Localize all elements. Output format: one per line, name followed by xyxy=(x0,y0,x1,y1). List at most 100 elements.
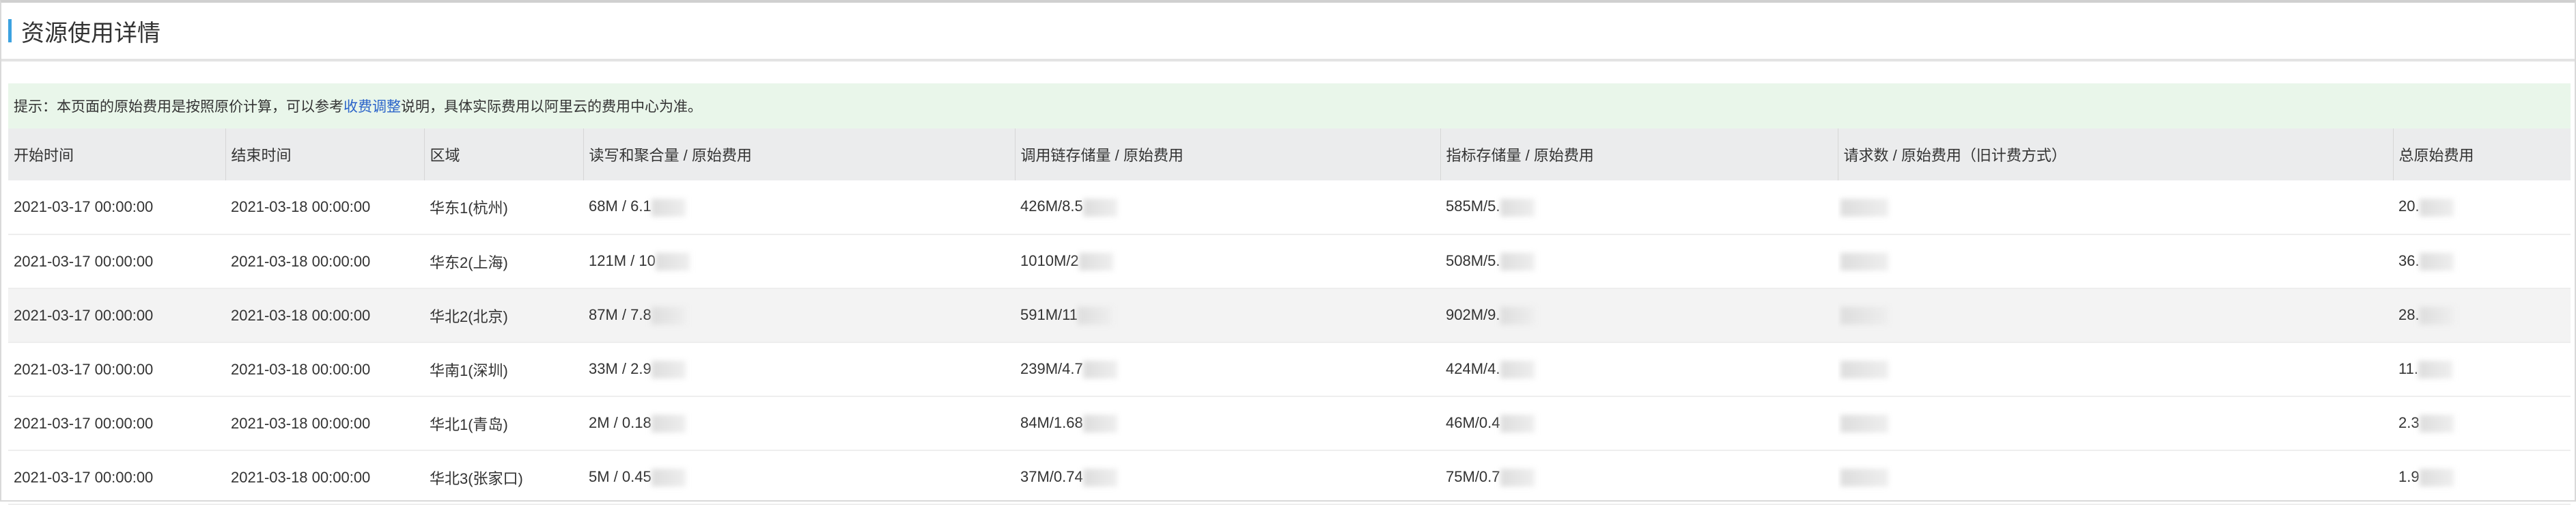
table-cell-rw: 87M / 7.8 xyxy=(583,288,1015,343)
table-cell-requests xyxy=(1838,180,2393,235)
column-header: 结束时间 xyxy=(225,128,424,180)
table-cell-metric: 75M/0.7 xyxy=(1440,450,1838,505)
redacted-value xyxy=(1500,198,1535,217)
table-cell-requests xyxy=(1838,234,2393,289)
table-cell-requests xyxy=(1838,396,2393,451)
redacted-value xyxy=(1500,253,1535,271)
redacted-value xyxy=(2418,361,2452,379)
cell-value: 46M/0.4 xyxy=(1446,413,1500,431)
cell-value: 2021-03-18 00:00:00 xyxy=(231,198,371,215)
table-cell-rw: 68M / 6.1 xyxy=(583,180,1015,235)
table-row[interactable]: 2021-03-17 00:00:00 2021-03-18 00:00:00 华东… xyxy=(8,234,2571,289)
column-header: 请求数 / 原始费用（旧计费方式） xyxy=(1837,128,2393,180)
table-cell-total: 20. xyxy=(2393,180,2571,235)
redacted-value xyxy=(2419,415,2454,433)
redacted-value xyxy=(1840,469,1888,487)
cell-value: 华南1(深圳) xyxy=(430,361,508,379)
cell-value: 1.9 xyxy=(2398,467,2420,485)
redacted-value xyxy=(1500,361,1535,379)
cell-value: 1010M/2 xyxy=(1020,251,1079,269)
table-cell-trace: 37M/0.74 xyxy=(1015,450,1440,505)
cell-value: 424M/4. xyxy=(1446,359,1500,377)
table-cell-metric: 902M/9. xyxy=(1440,288,1838,343)
table-cell-region: 华东1(杭州) xyxy=(424,180,583,235)
table-cell-region: 华北3(张家口) xyxy=(424,450,583,505)
pricing-adjust-link[interactable]: 收费调整 xyxy=(344,96,401,116)
cell-value: 239M/4.7 xyxy=(1020,359,1083,377)
redacted-value xyxy=(2419,469,2454,487)
table-row[interactable]: 2021-03-17 00:00:00 2021-03-18 00:00:00 华北… xyxy=(8,450,2571,505)
table-cell-requests xyxy=(1838,450,2393,505)
redacted-value xyxy=(2419,253,2454,271)
table-cell-metric: 508M/5. xyxy=(1440,234,1838,289)
redacted-value xyxy=(1082,469,1117,487)
column-header: 调用链存储量 / 原始费用 xyxy=(1014,128,1440,180)
redacted-value xyxy=(1500,415,1535,433)
table-cell-end: 2021-03-18 00:00:00 xyxy=(225,234,424,289)
redacted-value xyxy=(1840,198,1888,217)
table-cell-metric: 46M/0.4 xyxy=(1440,396,1838,451)
redacted-value xyxy=(1840,253,1888,271)
cell-value: 2021-03-17 00:00:00 xyxy=(14,198,154,215)
cell-value: 2M / 0.18 xyxy=(589,413,652,431)
cell-value: 2021-03-18 00:00:00 xyxy=(231,468,371,486)
table-cell-region: 华东2(上海) xyxy=(424,234,583,289)
page-header: 资源使用详情 xyxy=(1,3,2575,62)
cell-value: 11. xyxy=(2398,359,2418,377)
cell-value: 84M/1.68 xyxy=(1020,413,1083,431)
table-cell-region: 华北1(青岛) xyxy=(424,396,583,451)
table-cell-start: 2021-03-17 00:00:00 xyxy=(8,342,225,397)
table-row[interactable]: 2021-03-17 00:00:00 2021-03-18 00:00:00 华东… xyxy=(8,180,2571,235)
cell-value: 2021-03-17 00:00:00 xyxy=(14,360,154,378)
cell-value: 87M / 7.8 xyxy=(589,305,652,323)
redacted-value xyxy=(2419,198,2454,217)
cell-value: 2021-03-18 00:00:00 xyxy=(231,306,371,324)
cell-value: 902M/9. xyxy=(1446,305,1500,323)
table-row[interactable]: 2021-03-17 00:00:00 2021-03-18 00:00:00 华北… xyxy=(8,396,2571,451)
table-cell-start: 2021-03-17 00:00:00 xyxy=(8,396,225,451)
cell-value: 20. xyxy=(2398,197,2420,215)
cell-value: 2021-03-18 00:00:00 xyxy=(231,414,371,432)
redacted-value xyxy=(1078,253,1113,271)
cell-value: 5M / 0.45 xyxy=(589,467,652,485)
redacted-value xyxy=(1077,307,1112,325)
table-cell-metric: 424M/4. xyxy=(1440,342,1838,397)
table-cell-total: 36. xyxy=(2393,234,2571,289)
table-cell-end: 2021-03-18 00:00:00 xyxy=(225,396,424,451)
notice-prefix: 提示：本页面的原始费用是按照原价计算，可以参考 xyxy=(14,99,344,115)
table-row[interactable]: 2021-03-17 00:00:00 2021-03-18 00:00:00 华北… xyxy=(8,288,2571,343)
redacted-value xyxy=(651,361,686,379)
cell-value: 2021-03-17 00:00:00 xyxy=(14,252,154,270)
redacted-value xyxy=(1840,307,1888,325)
table-cell-region: 华北2(北京) xyxy=(424,288,583,343)
cell-value: 37M/0.74 xyxy=(1020,467,1083,485)
table-cell-requests xyxy=(1838,288,2393,343)
table-cell-end: 2021-03-18 00:00:00 xyxy=(225,342,424,397)
table-cell-total: 11. xyxy=(2393,342,2571,397)
table-cell-end: 2021-03-18 00:00:00 xyxy=(225,450,424,505)
redacted-value xyxy=(1082,361,1117,379)
table-cell-start: 2021-03-17 00:00:00 xyxy=(8,288,225,343)
notice-banner: 提示：本页面的原始费用是按照原价计算，可以参考 收费调整 说明，具体实际费用以阿里云… xyxy=(8,83,2571,128)
usage-table: 开始时间 结束时间 区域 读写和聚合量 / 原始费用 调用链存储量 / 原始费用 指标存储… xyxy=(8,128,2571,505)
table-cell-total: 1.9 xyxy=(2393,450,2571,505)
redacted-value xyxy=(651,469,686,487)
redacted-value xyxy=(1082,415,1117,433)
table-row[interactable]: 2021-03-17 00:00:00 2021-03-18 00:00:00 华南… xyxy=(8,342,2571,397)
redacted-value xyxy=(2419,307,2454,325)
cell-value: 华北1(青岛) xyxy=(430,415,508,433)
table-cell-end: 2021-03-18 00:00:00 xyxy=(225,180,424,235)
cell-value: 36. xyxy=(2398,251,2420,269)
cell-value: 2021-03-18 00:00:00 xyxy=(231,360,371,378)
redacted-value xyxy=(651,198,686,217)
redacted-value xyxy=(1082,198,1117,217)
column-header: 读写和聚合量 / 原始费用 xyxy=(583,128,1015,180)
cell-value: 2021-03-17 00:00:00 xyxy=(14,468,154,486)
redacted-value xyxy=(651,415,686,433)
redacted-value xyxy=(1840,415,1888,433)
table-cell-total: 2.3 xyxy=(2393,396,2571,451)
table-cell-total: 28. xyxy=(2393,288,2571,343)
title-accent-bar xyxy=(8,19,12,42)
cell-value: 华东2(上海) xyxy=(430,254,508,271)
table-cell-trace: 591M/11 xyxy=(1015,288,1440,343)
